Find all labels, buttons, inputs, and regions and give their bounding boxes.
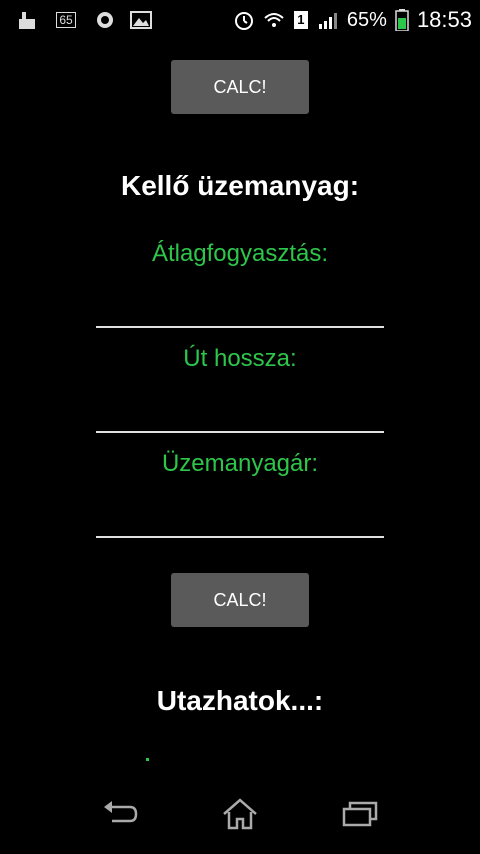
fuel-price-label: Üzemanyagár: (161, 450, 319, 477)
status-bar: 65 1 65% 18:53 (0, 0, 480, 40)
home-button[interactable] (216, 794, 264, 834)
cutoff-label-fragment (146, 758, 149, 761)
trip-length-label: Út hossza: (183, 345, 297, 372)
signal-icon (317, 9, 339, 31)
sim-card-icon: 1 (293, 9, 309, 31)
home-icon (223, 798, 257, 830)
notification-badge-icon: 65 (52, 9, 80, 31)
status-bar-left: 65 (16, 6, 152, 34)
main-content[interactable]: CALC! Kellő üzemanyag: Átlagfogyasztás: … (0, 40, 480, 772)
avg-consumption-label: Átlagfogyasztás: (151, 240, 329, 267)
recent-apps-button[interactable] (336, 794, 384, 834)
battery-icon (395, 9, 409, 31)
clock-time: 18:53 (416, 7, 472, 32)
trip-length-field[interactable] (96, 391, 388, 433)
back-button[interactable] (96, 794, 144, 834)
battery-percent: 65% (346, 8, 387, 31)
back-arrow-icon (104, 801, 138, 823)
trip-length-input[interactable] (96, 391, 388, 433)
calc-button-top[interactable]: CALC! (171, 60, 309, 114)
status-bar-right: 1 65% 18:53 (233, 6, 472, 34)
wifi-icon (263, 9, 285, 31)
calc-button-main[interactable]: CALC! (171, 573, 309, 627)
alarm-clock-icon (233, 9, 255, 31)
cleaner-icon (16, 9, 38, 31)
fuel-price-input[interactable] (96, 496, 388, 538)
navigation-bar (0, 772, 480, 854)
fuel-needed-heading: Kellő üzemanyag: (120, 170, 360, 201)
fuel-price-field[interactable] (96, 496, 388, 538)
image-icon (130, 9, 152, 31)
avg-consumption-field[interactable] (96, 286, 388, 328)
can-travel-heading: Utazhatok...: (156, 685, 324, 716)
recent-apps-icon (342, 801, 378, 827)
avg-consumption-input[interactable] (96, 286, 388, 328)
avast-icon (94, 9, 116, 31)
